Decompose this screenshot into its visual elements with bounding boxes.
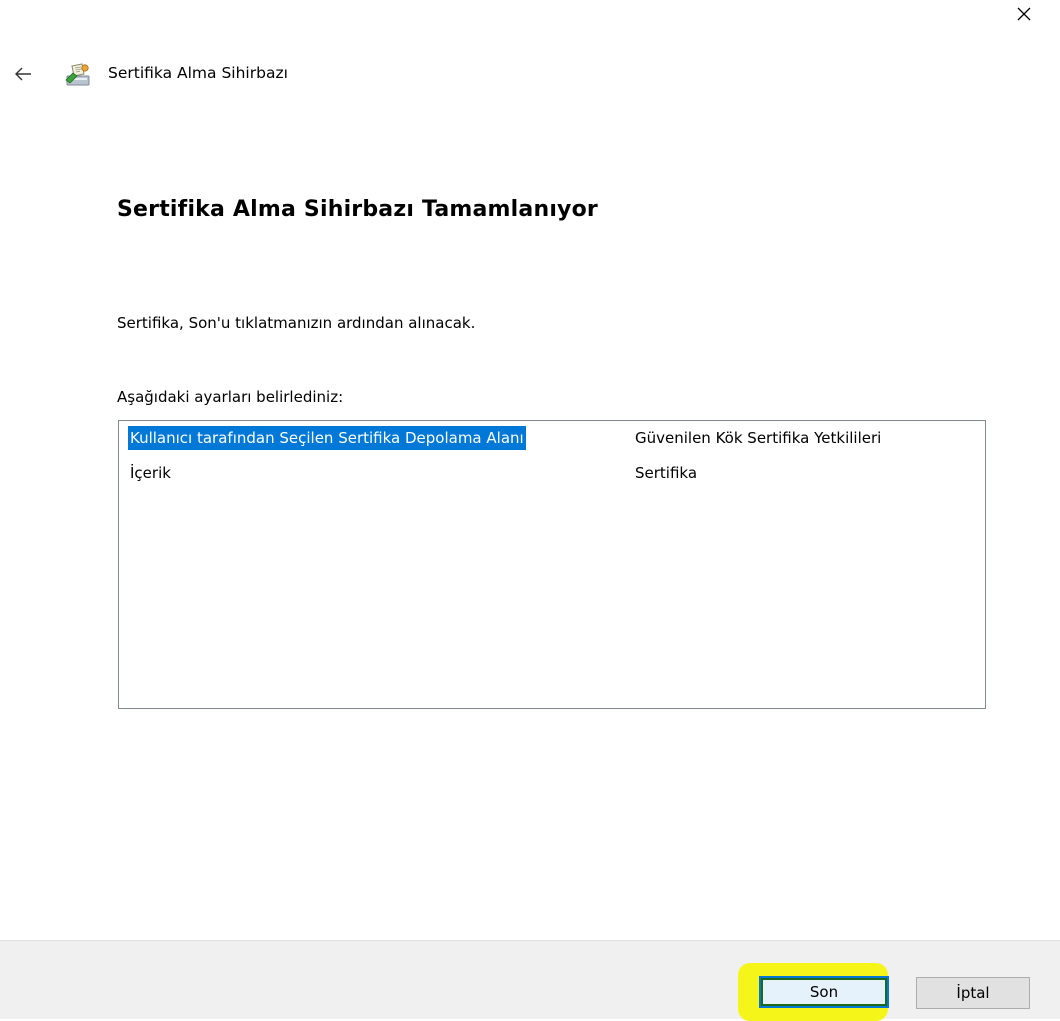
wizard-footer: Son İptal [0,940,1060,1021]
finish-button[interactable]: Son [759,976,889,1008]
close-button[interactable] [1004,0,1044,28]
cancel-button[interactable]: İptal [916,977,1030,1009]
summary-row-key: Kullanıcı tarafından Seçilen Sertifika D… [128,426,526,450]
wizard-header: Sertifika Alma Sihirbazı [0,52,600,96]
settings-summary-list[interactable]: Kullanıcı tarafından Seçilen Sertifika D… [118,420,986,709]
window-title: Sertifika Alma Sihirbazı [108,64,288,82]
summary-row-key: İçerik [130,464,171,482]
summary-row-content[interactable]: İçerik Sertifika [119,459,985,486]
close-icon [1017,7,1031,21]
completion-description: Sertifika, Son'u tıklatmanızın ardından … [117,314,476,332]
back-arrow-icon [15,67,31,81]
summary-row-store[interactable]: Kullanıcı tarafından Seçilen Sertifika D… [119,424,985,451]
back-button[interactable] [8,62,38,86]
summary-row-value: Sertifika [635,464,698,482]
page-heading: Sertifika Alma Sihirbazı Tamamlanıyor [117,197,598,222]
certificate-wizard-icon [64,62,94,88]
settings-list-label: Aşağıdaki ayarları belirlediniz: [117,388,344,406]
summary-row-value: Güvenilen Kök Sertifika Yetkilileri [635,429,882,447]
